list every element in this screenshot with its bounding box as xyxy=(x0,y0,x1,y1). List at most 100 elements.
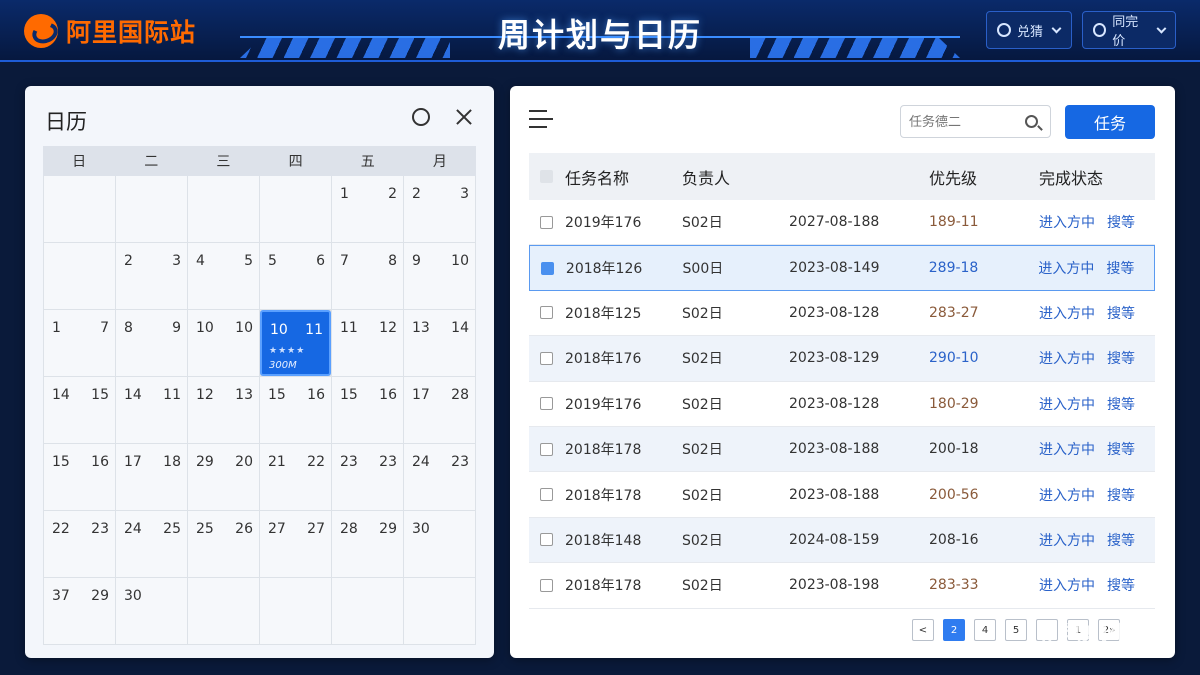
calendar-day[interactable]: 15 16 xyxy=(260,377,331,443)
calendar-grid: 日二三四五月 1 2 2 3 2 3 4 5 5 6 7 8 9 10 1 7 8 9 10 10 10 11 ★★★★ 30… xyxy=(43,146,476,645)
circle-icon[interactable] xyxy=(412,108,430,126)
calendar-day[interactable]: 9 10 xyxy=(404,243,475,309)
enter-link[interactable]: 进入方中 xyxy=(1039,212,1095,232)
row-checkbox[interactable] xyxy=(540,351,553,365)
task-owner: S02日 xyxy=(682,487,723,504)
calendar-day[interactable] xyxy=(188,176,259,242)
page-button[interactable]: 5 xyxy=(1005,619,1027,641)
calendar-day[interactable]: 14 15 xyxy=(44,377,115,443)
calendar-day[interactable]: 89 xyxy=(116,310,187,376)
calendar-day[interactable] xyxy=(260,578,331,644)
search-link[interactable]: 搜等 xyxy=(1107,530,1135,550)
calendar-day[interactable]: 23 23 xyxy=(332,444,403,510)
calendar-day[interactable] xyxy=(404,578,475,644)
enter-link[interactable]: 进入方中 xyxy=(1039,303,1095,323)
calendar-day[interactable]: 24 25 xyxy=(116,511,187,577)
table-row[interactable]: 2018年178 S02日 2023-08-188 200-18 进入方中 搜等 xyxy=(529,426,1155,473)
page-button[interactable]: 2 xyxy=(943,619,965,641)
row-checkbox[interactable] xyxy=(540,488,553,502)
calendar-day[interactable] xyxy=(188,578,259,644)
calendar-day[interactable] xyxy=(116,176,187,242)
day-number-secondary: 26 xyxy=(235,521,253,537)
calendar-day[interactable]: 17 28 xyxy=(404,377,475,443)
calendar-day[interactable]: 13 14 xyxy=(404,310,475,376)
calendar-day[interactable] xyxy=(44,243,115,309)
calendar-day[interactable]: 78 xyxy=(332,243,403,309)
calendar-day[interactable]: 17 18 xyxy=(116,444,187,510)
search-link[interactable]: 搜等 xyxy=(1107,303,1135,323)
search-link[interactable]: 搜等 xyxy=(1107,394,1135,414)
search-icon[interactable] xyxy=(1025,115,1038,128)
calendar-day[interactable]: 11 12 xyxy=(332,310,403,376)
calendar-day[interactable]: 29 20 xyxy=(188,444,259,510)
header-dropdown-2[interactable]: 同完价 xyxy=(1082,11,1176,49)
enter-link[interactable]: 进入方中 xyxy=(1039,530,1095,550)
table-row[interactable]: 2018年178 S02日 2023-08-198 283-33 进入方中 搜等 xyxy=(529,563,1155,609)
row-checkbox[interactable] xyxy=(540,533,553,547)
enter-link[interactable]: 进入方中 xyxy=(1039,348,1095,368)
row-checkbox[interactable] xyxy=(540,442,553,456)
enter-link[interactable]: 进入方中 xyxy=(1039,439,1095,459)
row-checkbox[interactable] xyxy=(540,306,553,320)
col-header-name[interactable]: 任务名称 xyxy=(565,165,682,189)
search-link[interactable]: 搜等 xyxy=(1107,348,1135,368)
calendar-day[interactable]: 56 xyxy=(260,243,331,309)
enter-link[interactable]: 进入方中 xyxy=(1039,394,1095,414)
row-checkbox[interactable] xyxy=(540,397,553,411)
row-checkbox[interactable] xyxy=(540,215,553,229)
table-row[interactable]: 2018年176 S02日 2023-08-129 290-10 进入方中 搜等 xyxy=(529,336,1155,382)
calendar-day[interactable]: 12 13 xyxy=(188,377,259,443)
calendar-day[interactable] xyxy=(260,176,331,242)
calendar-day[interactable]: 12 xyxy=(332,176,403,242)
header-dropdown-1[interactable]: 兑猜 xyxy=(986,11,1072,49)
search-box[interactable] xyxy=(900,105,1051,138)
select-all-checkbox[interactable] xyxy=(540,170,553,183)
table-row[interactable]: 2019年176 S02日 2023-08-128 180-29 进入方中 搜等 xyxy=(529,382,1155,427)
table-row[interactable]: 2019年176 S02日 2027-08-188 189-11 进入方中 搜等 xyxy=(529,200,1155,246)
search-link[interactable]: 搜等 xyxy=(1107,575,1135,595)
table-row[interactable]: 2018年148 S02日 2024-08-159 208-16 进入方中 搜等 xyxy=(529,517,1155,564)
table-row[interactable]: 2018年178 S02日 2023-08-188 200-56 进入方中 搜等 xyxy=(529,472,1155,518)
row-checkbox[interactable] xyxy=(541,261,554,275)
search-link[interactable]: 搜等 xyxy=(1107,439,1135,459)
search-link[interactable]: 搜等 xyxy=(1106,258,1134,278)
calendar-day[interactable]: 24 23 xyxy=(404,444,475,510)
calendar-day[interactable]: 15 16 xyxy=(332,377,403,443)
page-button[interactable]: 4 xyxy=(974,619,996,641)
col-header-priority[interactable]: 优先级 xyxy=(929,165,1039,189)
calendar-day[interactable]: 28 29 xyxy=(332,511,403,577)
calendar-day[interactable]: 10 10 xyxy=(188,310,259,376)
calendar-day[interactable]: 23 xyxy=(116,243,187,309)
calendar-day[interactable]: 30 xyxy=(116,578,187,644)
calendar-day[interactable]: 30 xyxy=(404,511,475,577)
calendar-day[interactable] xyxy=(332,578,403,644)
calendar-day[interactable]: 27 27 xyxy=(260,511,331,577)
calendar-day[interactable]: 14 11 xyxy=(116,377,187,443)
prev-page-button[interactable]: < xyxy=(912,619,934,641)
search-input[interactable] xyxy=(909,112,1019,132)
search-link[interactable]: 搜等 xyxy=(1107,212,1135,232)
calendar-day[interactable]: 15 16 xyxy=(44,444,115,510)
col-header-status[interactable]: 完成状态 xyxy=(1039,165,1155,189)
add-task-button[interactable]: 任务 xyxy=(1065,105,1155,139)
calendar-day[interactable]: 21 22 xyxy=(260,444,331,510)
search-link[interactable]: 搜等 xyxy=(1107,485,1135,505)
enter-link[interactable]: 进入方中 xyxy=(1038,258,1094,278)
weekday-label: 四 xyxy=(288,154,303,170)
calendar-day[interactable]: 17 xyxy=(44,310,115,376)
calendar-day[interactable]: 37 29 xyxy=(44,578,115,644)
calendar-day-selected[interactable]: 10 11 ★★★★ 300M xyxy=(260,310,331,376)
menu-icon[interactable] xyxy=(529,110,553,130)
close-icon[interactable] xyxy=(453,106,475,128)
calendar-day[interactable]: 25 26 xyxy=(188,511,259,577)
table-row[interactable]: 2018年126 S00日 2023-08-149 289-18 进入方中 搜等 xyxy=(529,245,1155,291)
calendar-day[interactable]: 45 xyxy=(188,243,259,309)
calendar-day[interactable]: 22 23 xyxy=(44,511,115,577)
calendar-day[interactable] xyxy=(44,176,115,242)
col-header-owner[interactable]: 负责人 xyxy=(682,165,789,189)
row-checkbox[interactable] xyxy=(540,578,553,592)
enter-link[interactable]: 进入方中 xyxy=(1039,575,1095,595)
table-row[interactable]: 2018年125 S02日 2023-08-128 283-27 进入方中 搜等 xyxy=(529,291,1155,337)
enter-link[interactable]: 进入方中 xyxy=(1039,485,1095,505)
calendar-day[interactable]: 23 xyxy=(404,176,475,242)
